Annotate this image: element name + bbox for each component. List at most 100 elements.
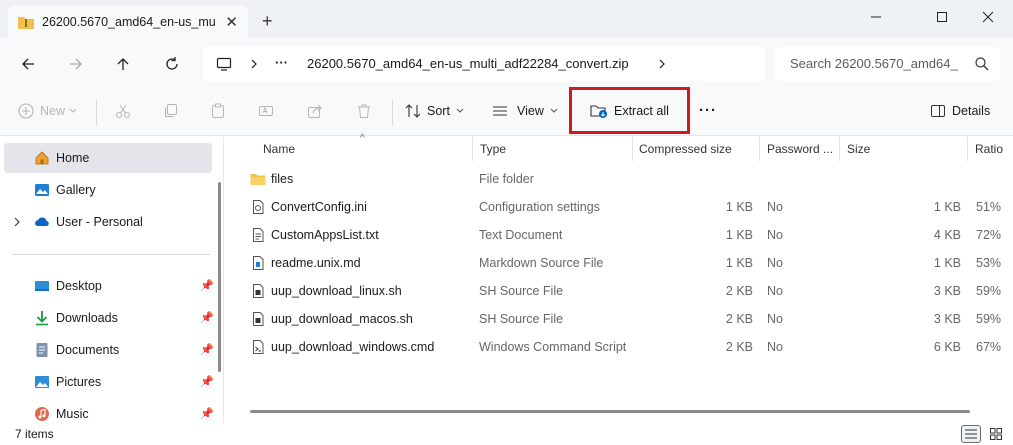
sidebar-item-label: Music [56, 407, 89, 421]
rename-icon [259, 106, 273, 116]
new-button[interactable]: New [18, 103, 77, 119]
folder-icon [250, 174, 266, 185]
column-divider[interactable] [759, 137, 760, 161]
compression-ratio: 51% [976, 200, 1002, 214]
file-name: ConvertConfig.ini [271, 200, 367, 214]
column-divider[interactable] [632, 137, 633, 161]
refresh-button[interactable] [160, 52, 184, 76]
password-protected: No [767, 256, 783, 270]
details-view-button[interactable] [961, 425, 981, 443]
compressed-size: 1 KB [725, 200, 753, 214]
pin-icon[interactable]: 📌 [200, 279, 214, 292]
home-icon [35, 151, 49, 165]
chevron-right-icon[interactable] [249, 58, 259, 70]
pin-icon[interactable]: 📌 [200, 311, 214, 324]
password-protected: No [767, 340, 783, 354]
file-type: SH Source File [479, 312, 564, 326]
compression-ratio: 59% [976, 312, 1002, 326]
back-button[interactable] [16, 52, 40, 76]
view-label: View [517, 104, 544, 118]
minimize-button[interactable] [853, 4, 899, 30]
file-row[interactable]: ConvertConfig.ini Configuration settings… [232, 193, 1013, 221]
clipboard-icon [212, 103, 224, 118]
refresh-icon [166, 57, 178, 70]
file-row[interactable]: files File folder [232, 165, 1013, 193]
close-window-button[interactable] [965, 4, 1011, 30]
column-size[interactable]: Size [847, 142, 870, 156]
paste-button[interactable] [210, 103, 226, 119]
compressed-size: 1 KB [725, 228, 753, 242]
view-button[interactable]: View [492, 103, 558, 119]
forward-button[interactable] [64, 52, 88, 76]
tiles-view-button[interactable] [986, 425, 1006, 443]
address-ellipsis[interactable]: ··· [275, 55, 288, 70]
address-path[interactable]: 26200.5670_amd64_en-us_multi_adf22284_co… [307, 56, 629, 71]
column-password[interactable]: Password ... [767, 142, 833, 156]
computer-icon [216, 57, 232, 71]
sort-button[interactable]: Sort [405, 103, 464, 119]
details-pane-button[interactable]: Details [930, 103, 990, 119]
command-bar: New Sort View Extract all ··· Details [0, 90, 1013, 136]
details-pane-icon [931, 105, 945, 117]
up-button[interactable] [111, 52, 135, 76]
file-row[interactable]: uup_download_linux.sh SH Source File 2 K… [232, 277, 1013, 305]
pin-icon[interactable]: 📌 [200, 343, 214, 356]
column-type[interactable]: Type [480, 142, 506, 156]
column-compressed-size[interactable]: Compressed size [639, 142, 732, 156]
copy-button[interactable] [163, 103, 179, 119]
close-icon [982, 11, 994, 23]
horizontal-scrollbar[interactable] [250, 410, 970, 413]
maximize-button[interactable] [919, 4, 965, 30]
file-type: Text Document [479, 228, 563, 242]
new-tab-button[interactable]: + [262, 11, 273, 32]
address-bar[interactable]: ··· 26200.5670_amd64_en-us_multi_adf2228… [203, 47, 765, 81]
file-row[interactable]: uup_download_macos.sh SH Source File 2 K… [232, 305, 1013, 333]
details-view-icon [965, 429, 977, 439]
sidebar-item-home[interactable]: Home [4, 143, 212, 173]
file-row[interactable]: CustomAppsList.txt Text Document 1 KB No… [232, 221, 1013, 249]
file-size: 4 KB [933, 228, 961, 242]
divider [392, 100, 393, 126]
column-ratio[interactable]: Ratio [975, 142, 1003, 156]
more-options-button[interactable]: ··· [699, 102, 717, 119]
sidebar-item-desktop[interactable]: Desktop 📌 [4, 271, 214, 301]
more-icon: ··· [699, 102, 717, 119]
file-row[interactable]: readme.unix.md Markdown Source File 1 KB… [232, 249, 1013, 277]
cut-button[interactable] [115, 103, 131, 119]
file-name: readme.unix.md [271, 256, 361, 270]
file-type: Windows Command Script [479, 340, 627, 354]
sidebar-item-pictures[interactable]: Pictures 📌 [4, 367, 214, 397]
chevron-right-icon[interactable] [657, 58, 667, 70]
chevron-down-icon [69, 108, 77, 113]
delete-button[interactable] [356, 103, 372, 119]
sidebar-item-gallery[interactable]: Gallery [4, 175, 212, 205]
search-input[interactable]: Search 26200.5670_amd64_ [790, 56, 962, 71]
sidebar-item-downloads[interactable]: Downloads 📌 [4, 303, 214, 333]
share-button[interactable] [307, 103, 323, 119]
sidebar-item-label: Pictures [56, 375, 102, 389]
column-name[interactable]: Name [263, 142, 295, 156]
compressed-size: 2 KB [725, 284, 753, 298]
file-size: 1 KB [933, 200, 961, 214]
column-divider[interactable] [839, 137, 840, 161]
close-tab-icon[interactable]: ✕ [225, 13, 238, 31]
sidebar-scrollbar[interactable] [218, 182, 221, 372]
chevron-right-icon[interactable] [13, 217, 21, 227]
sidebar-item-documents[interactable]: Documents 📌 [4, 335, 214, 365]
file-row[interactable]: uup_download_windows.cmd Windows Command… [232, 333, 1013, 361]
pin-icon[interactable]: 📌 [200, 407, 214, 420]
window-tab[interactable]: 26200.5670_amd64_en-us_mu ✕ [8, 6, 248, 38]
column-divider[interactable] [967, 137, 968, 161]
share-icon [308, 104, 322, 118]
rename-button[interactable] [258, 103, 274, 119]
file-type: Markdown Source File [479, 256, 604, 270]
documents-icon [36, 343, 48, 357]
pin-icon[interactable]: 📌 [200, 375, 214, 388]
markdown-file-icon [253, 256, 264, 270]
sidebar-item-onedrive[interactable]: User - Personal [4, 207, 212, 237]
search-box[interactable]: Search 26200.5670_amd64_ [775, 47, 1000, 81]
music-icon [35, 407, 49, 421]
file-list: ^ Name Type Compressed size Password ...… [232, 133, 1013, 423]
column-divider[interactable] [472, 137, 473, 161]
sort-icon [405, 104, 421, 118]
